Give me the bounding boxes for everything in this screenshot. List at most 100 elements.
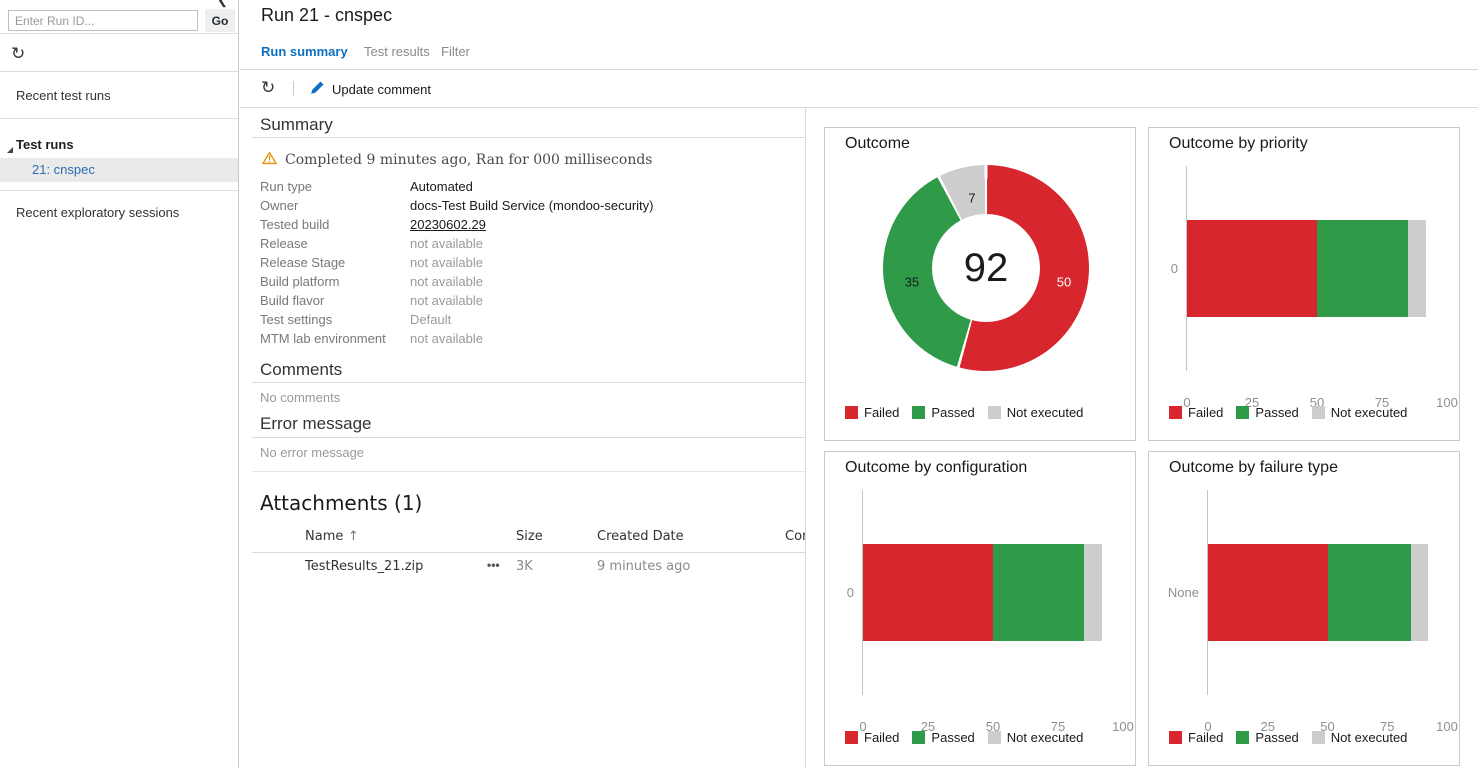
- field-value-build-platform: not available: [410, 274, 483, 289]
- bar-plot: 0 25 50 75 100: [862, 490, 1123, 695]
- sidebar-item-recent-test-runs[interactable]: Recent test runs: [16, 88, 111, 103]
- legend-label: Failed: [864, 405, 899, 420]
- field-label: Release Stage: [260, 255, 405, 270]
- field-label: Build flavor: [260, 293, 405, 308]
- legend-label: Failed: [864, 730, 899, 745]
- chart-legend: Failed Passed Not executed: [845, 730, 1083, 745]
- sidebar-item-selected-run[interactable]: 21: cnspec: [0, 158, 238, 182]
- selected-run-label: 21: cnspec: [32, 162, 95, 177]
- passed-swatch: [1236, 406, 1249, 419]
- field-label: Tested build: [260, 217, 405, 232]
- stacked-bar: [863, 544, 1123, 641]
- bar-not-executed: [1084, 544, 1102, 641]
- chart-legend: Failed Passed Not executed: [845, 405, 1083, 420]
- chart-title: Outcome by configuration: [845, 459, 1027, 477]
- donut-label-not-executed: 7: [968, 191, 975, 206]
- outcome-by-priority-card: Outcome by priority 0 0 25 50 75 100 Fai…: [1148, 127, 1460, 441]
- column-header-comments[interactable]: Comments: [785, 529, 805, 544]
- field-label: MTM lab environment: [260, 331, 405, 346]
- field-label: Owner: [260, 198, 405, 213]
- more-options-icon[interactable]: •••: [487, 558, 500, 572]
- chart-title: Outcome by priority: [1169, 135, 1308, 153]
- tested-build-link[interactable]: 20230602.29: [410, 217, 486, 232]
- bar-passed: [993, 544, 1084, 641]
- error-message-heading: Error message: [260, 414, 371, 434]
- refresh-icon[interactable]: ↻: [11, 45, 25, 62]
- field-value-release-stage: not available: [410, 255, 483, 270]
- legend-label: Not executed: [1007, 405, 1084, 420]
- update-comment-label: Update comment: [332, 82, 431, 97]
- attachment-name-link[interactable]: TestResults_21.zip: [305, 559, 423, 574]
- chart-title: Outcome by failure type: [1169, 459, 1338, 477]
- divider: [252, 382, 805, 383]
- stacked-bar: [1208, 544, 1447, 641]
- divider: [252, 471, 805, 472]
- pencil-icon: [310, 80, 325, 98]
- not-executed-swatch: [988, 406, 1001, 419]
- update-comment-button[interactable]: Update comment: [310, 80, 431, 98]
- summary-heading: Summary: [260, 115, 333, 135]
- divider: [252, 437, 805, 438]
- run-summary-pane: Summary Completed 9 minutes ago, Ran for…: [240, 108, 805, 768]
- divider: [240, 69, 1478, 70]
- go-button[interactable]: Go: [205, 9, 235, 32]
- column-header-size[interactable]: Size: [516, 529, 543, 544]
- divider: [805, 108, 806, 768]
- donut-label-failed: 50: [1057, 275, 1071, 290]
- field-value-mtm-lab: not available: [410, 331, 483, 346]
- tab-test-results[interactable]: Test results: [364, 44, 430, 59]
- divider: [0, 71, 238, 72]
- chart-legend: Failed Passed Not executed: [1169, 405, 1407, 420]
- sort-ascending-icon: ↑: [348, 529, 359, 544]
- page-title: Run 21 - cnspec: [261, 5, 392, 26]
- passed-swatch: [912, 731, 925, 744]
- sidebar: ❮ Go ↻ Recent test runs Test runs 21: cn…: [0, 0, 239, 768]
- attachment-created-date: 9 minutes ago: [597, 559, 690, 574]
- tick: 100: [1436, 719, 1458, 734]
- legend-label: Passed: [931, 730, 974, 745]
- field-label: Run type: [260, 179, 405, 194]
- comments-heading: Comments: [260, 360, 342, 380]
- divider: [0, 190, 238, 191]
- y-axis-category: 0: [1149, 261, 1178, 276]
- chart-title: Outcome: [845, 135, 910, 153]
- no-error-text: No error message: [260, 445, 364, 460]
- legend-label: Not executed: [1331, 730, 1408, 745]
- tick: 100: [1436, 395, 1458, 410]
- tick: 100: [1112, 719, 1134, 734]
- tab-filter[interactable]: Filter: [441, 44, 470, 59]
- refresh-icon[interactable]: ↻: [261, 79, 275, 96]
- run-status-message: Completed 9 minutes ago, Ran for 000 mil…: [262, 151, 652, 169]
- bar-plot: 0 25 50 75 100: [1207, 490, 1447, 695]
- sidebar-item-recent-exploratory-sessions[interactable]: Recent exploratory sessions: [16, 205, 179, 220]
- divider: [252, 552, 805, 553]
- bar-not-executed: [1408, 220, 1426, 317]
- bar-passed: [1328, 544, 1412, 641]
- column-header-name[interactable]: Name: [305, 529, 343, 544]
- field-label: Release: [260, 236, 405, 251]
- divider: [0, 33, 238, 34]
- sidebar-item-test-runs[interactable]: Test runs: [16, 137, 74, 152]
- run-id-input[interactable]: [8, 10, 198, 31]
- field-label: Test settings: [260, 312, 405, 327]
- warning-icon: [262, 151, 277, 169]
- failed-swatch: [845, 406, 858, 419]
- passed-swatch: [912, 406, 925, 419]
- legend-label: Not executed: [1007, 730, 1084, 745]
- y-axis-category: 0: [825, 585, 854, 600]
- passed-swatch: [1236, 731, 1249, 744]
- collapse-panel-icon[interactable]: ❮: [217, 0, 228, 8]
- tab-run-summary[interactable]: Run summary: [261, 44, 348, 59]
- tree-expander-icon[interactable]: [6, 141, 14, 159]
- bar-failed: [863, 544, 993, 641]
- outcome-by-configuration-card: Outcome by configuration 0 0 25 50 75 10…: [824, 451, 1136, 766]
- attachment-size: 3K: [516, 559, 533, 574]
- legend-label: Not executed: [1331, 405, 1408, 420]
- not-executed-swatch: [1312, 731, 1325, 744]
- donut-label-passed: 35: [905, 275, 919, 290]
- legend-label: Failed: [1188, 405, 1223, 420]
- failed-swatch: [845, 731, 858, 744]
- legend-label: Passed: [1255, 405, 1298, 420]
- column-header-created-date[interactable]: Created Date: [597, 529, 684, 544]
- outcome-donut-chart: 92: [883, 165, 1089, 371]
